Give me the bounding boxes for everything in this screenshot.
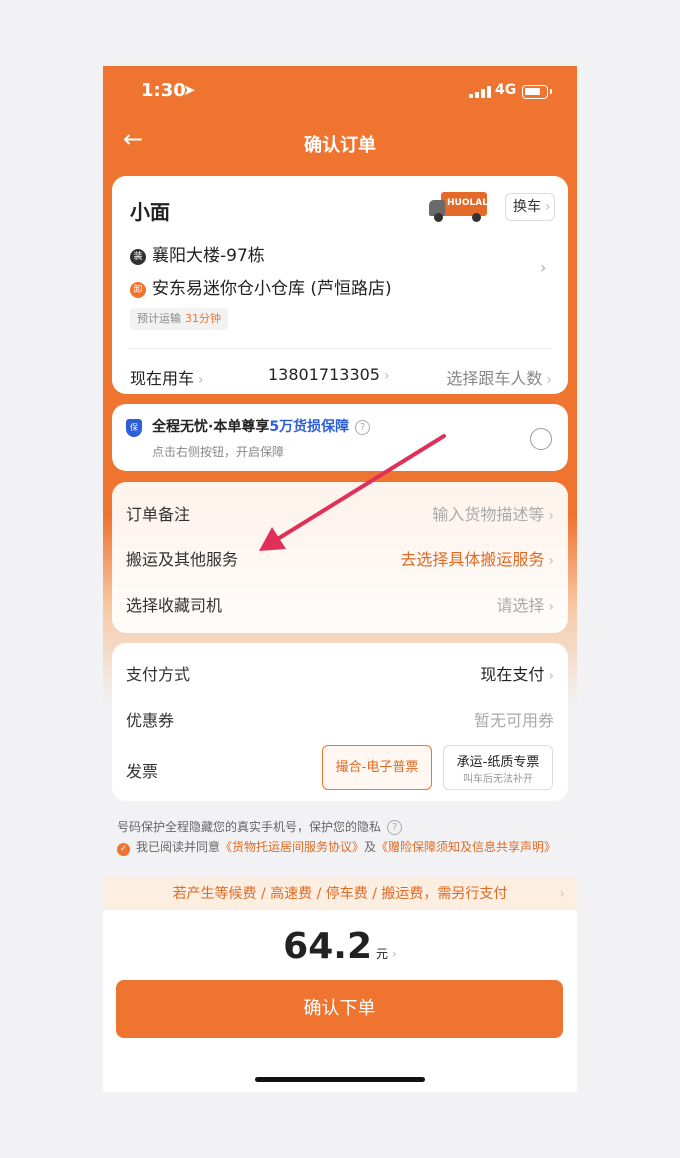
vehicle-type: 小面 <box>130 200 170 224</box>
eta-badge: 预计运输 31分钟 <box>130 308 228 330</box>
divider <box>130 348 550 349</box>
order-summary-card: 小面 HUOLALA 换车 › 装襄阳大楼-97栋 卸安东易迷你仓小仓库 (芦恒路… <box>112 176 568 394</box>
service-agreement-link[interactable]: 《货物托运居间服务协议》 <box>220 840 364 854</box>
shield-icon: 保 <box>126 419 142 437</box>
status-time: 1:30 <box>141 80 186 101</box>
signal-icon <box>469 86 491 98</box>
privacy-note: 号码保护全程隐藏您的真实手机号，保护您的隐私? <box>117 818 403 835</box>
phone-screen: 1:30 ➤ 4G ← 确认订单 小面 HUOLALA 换车 › 装襄阳大楼-97… <box>103 66 577 1092</box>
home-indicator <box>255 1077 425 1082</box>
agreement-text: ✓ 我已阅读并同意《货物托运居间服务协议》及《赠险保障须知及信息共享声明》 <box>117 838 567 857</box>
chevron-right-icon: › <box>559 886 565 902</box>
network-label: 4G <box>495 82 517 98</box>
insurance-card: 保 全程无忧·本单尊享5万货损保障? 点击右侧按钮，开启保障 <box>112 404 568 471</box>
battery-icon <box>522 85 552 99</box>
status-bar: 1:30 ➤ 4G <box>103 66 577 116</box>
total-price[interactable]: 64.2 元 › <box>103 926 577 967</box>
invoice-paper-option[interactable]: 承运-纸质专票 叫车后无法补开 <box>443 745 553 790</box>
dropoff-address[interactable]: 卸安东易迷你仓小仓库 (芦恒路店) <box>130 274 392 299</box>
insurance-toggle-radio[interactable] <box>530 428 552 450</box>
insurance-subtitle: 点击右侧按钮，开启保障 <box>152 445 285 459</box>
services-card: 订单备注 输入货物描述等 › 搬运及其他服务 去选择具体搬运服务 › 选择收藏司机 … <box>112 482 568 633</box>
pickup-badge-icon: 装 <box>130 249 146 265</box>
pickup-address[interactable]: 装襄阳大楼-97栋 <box>130 241 265 266</box>
dropoff-badge-icon: 卸 <box>130 282 146 298</box>
location-arrow-icon: ➤ <box>183 81 196 99</box>
invoice-electronic-option[interactable]: 撮合-电子普票 <box>322 745 432 790</box>
extra-fee-notice[interactable]: 若产生等候费 / 高速费 / 停车费 / 搬运费，需另行支付 › <box>103 878 577 910</box>
use-time-selector[interactable]: 现在用车 › <box>130 365 204 389</box>
van-icon: HUOLALA <box>429 192 495 224</box>
nav-bar: ← 确认订单 <box>103 121 577 165</box>
checkout-bar: 64.2 元 › 确认下单 <box>103 910 577 1092</box>
confirm-order-button[interactable]: 确认下单 <box>116 980 563 1038</box>
insurance-notice-link[interactable]: 《赠险保障须知及信息共享声明》 <box>376 840 556 854</box>
contact-phone[interactable]: 13801713305 › <box>268 365 390 384</box>
page-title: 确认订单 <box>304 135 376 156</box>
help-icon[interactable]: ? <box>355 420 371 435</box>
change-vehicle-button[interactable]: 换车 › <box>505 193 555 221</box>
payment-card: 支付方式 现在支付 › 优惠券 暂无可用券 发票 撮合-电子普票 承运-纸质专票 … <box>112 643 568 801</box>
insurance-title: 全程无忧·本单尊享5万货损保障? <box>152 416 371 436</box>
follower-count-selector[interactable]: 选择跟车人数 › <box>446 365 552 389</box>
chevron-right-icon[interactable]: › <box>540 258 546 277</box>
help-icon[interactable]: ? <box>387 820 403 835</box>
checkbox-checked-icon[interactable]: ✓ <box>117 843 130 856</box>
